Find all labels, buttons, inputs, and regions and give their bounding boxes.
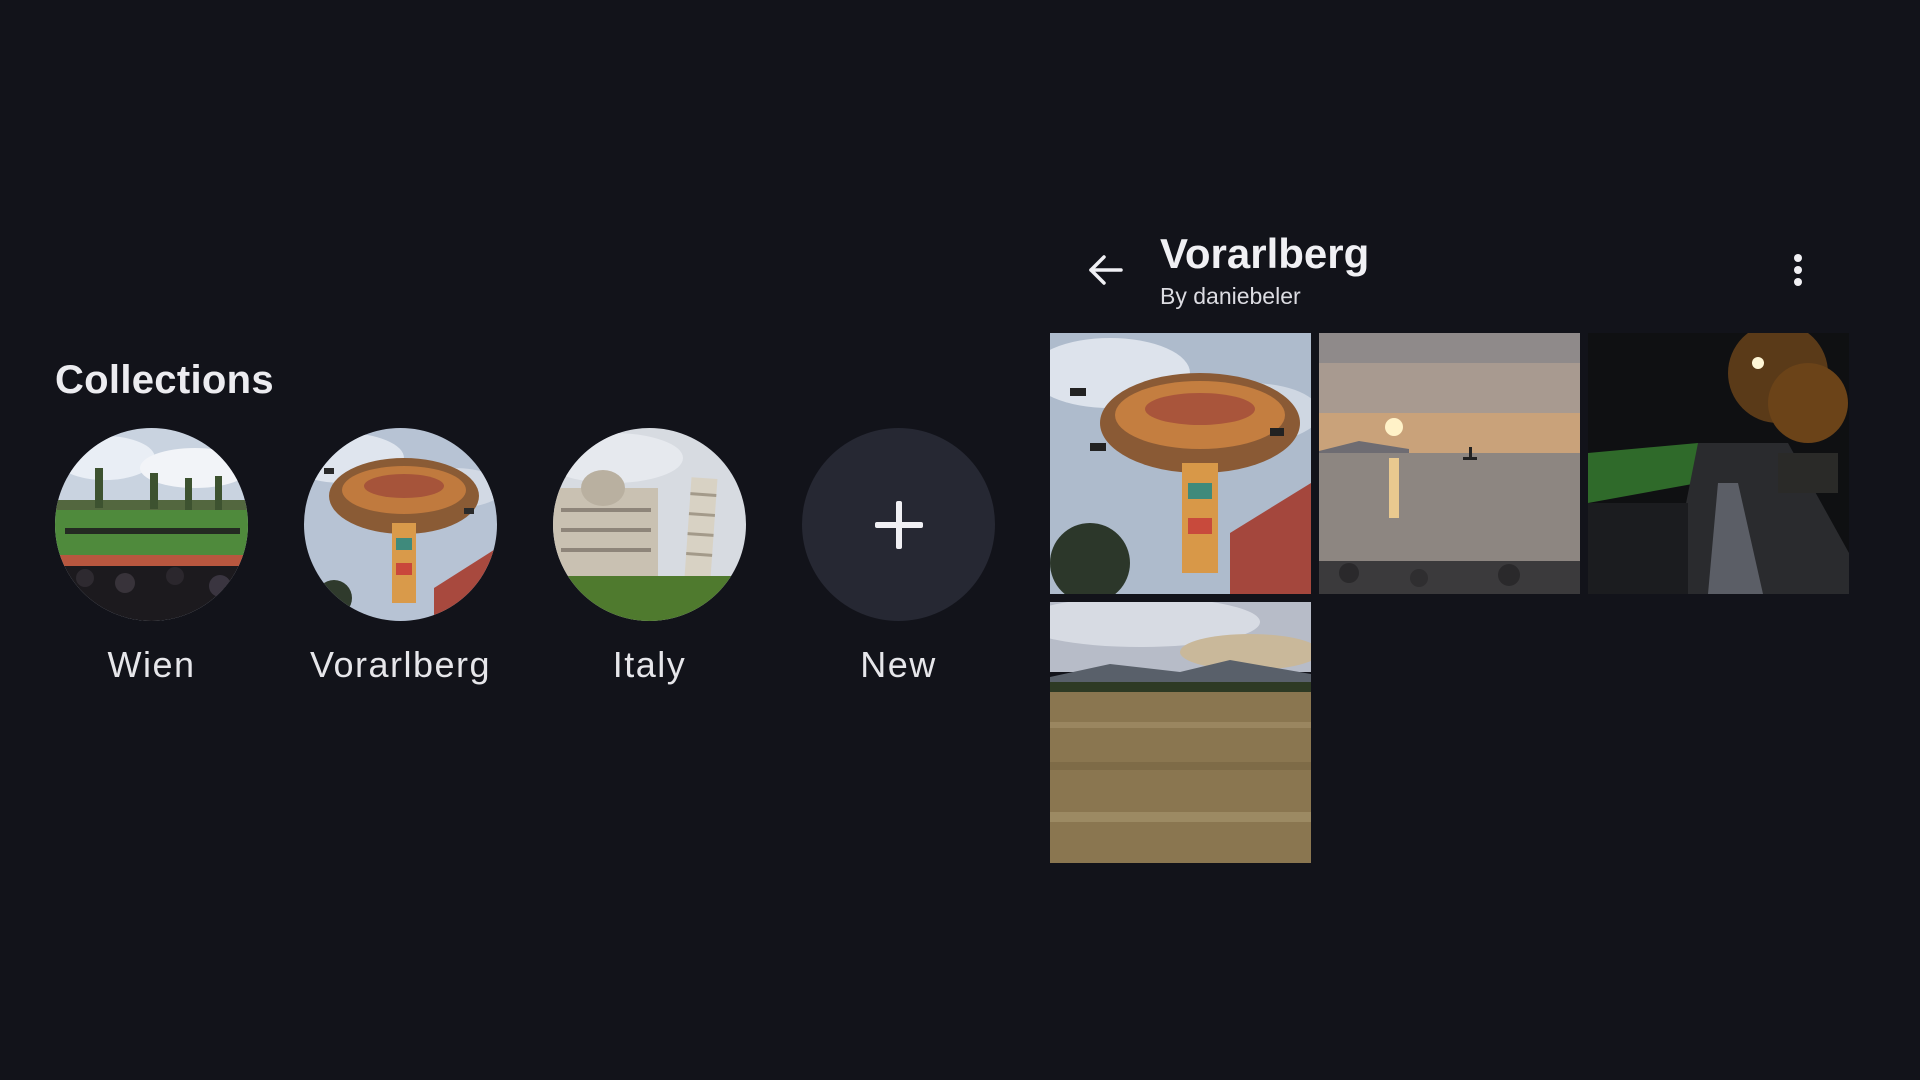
collection-label: Vorarlberg <box>309 644 492 685</box>
collection-thumbnail-italy <box>553 428 746 621</box>
photo-tile[interactable] <box>1050 333 1311 594</box>
photo-tile[interactable] <box>1050 602 1311 863</box>
more-vertical-icon <box>1794 254 1802 286</box>
photo-grid <box>1050 333 1849 863</box>
plus-icon <box>874 500 923 549</box>
collection-thumbnail-vorarlberg <box>304 428 497 621</box>
collection-item-italy[interactable]: Italy <box>553 428 746 683</box>
collection-label: Italy <box>612 644 687 685</box>
album-panel: Vorarlberg By daniebeler <box>1050 225 1849 863</box>
collections-section: Collections Wien Vorarlberg Italy New <box>55 360 1005 683</box>
collection-label: Wien <box>107 644 196 685</box>
new-collection-button[interactable]: New <box>802 428 995 683</box>
collections-title: Collections <box>55 358 274 402</box>
album-owner: By daniebeler <box>1160 283 1301 309</box>
collection-item-vorarlberg[interactable]: Vorarlberg <box>304 428 497 683</box>
collection-item-wien[interactable]: Wien <box>55 428 248 683</box>
album-header: Vorarlberg By daniebeler <box>1050 225 1848 333</box>
photo-tile[interactable] <box>1588 333 1849 594</box>
arrow-left-icon <box>1089 255 1123 285</box>
album-title: Vorarlberg <box>1160 230 1370 277</box>
photo-tile[interactable] <box>1319 333 1580 594</box>
new-collection-circle <box>802 428 995 621</box>
collection-label: New <box>860 644 937 685</box>
collection-thumbnail-wien <box>55 428 248 621</box>
back-button[interactable] <box>1080 245 1130 295</box>
app-screen: Collections Wien Vorarlberg Italy New Vo… <box>0 0 1920 1080</box>
more-options-button[interactable] <box>1778 245 1818 295</box>
collections-list: Wien Vorarlberg Italy New <box>55 428 1005 683</box>
